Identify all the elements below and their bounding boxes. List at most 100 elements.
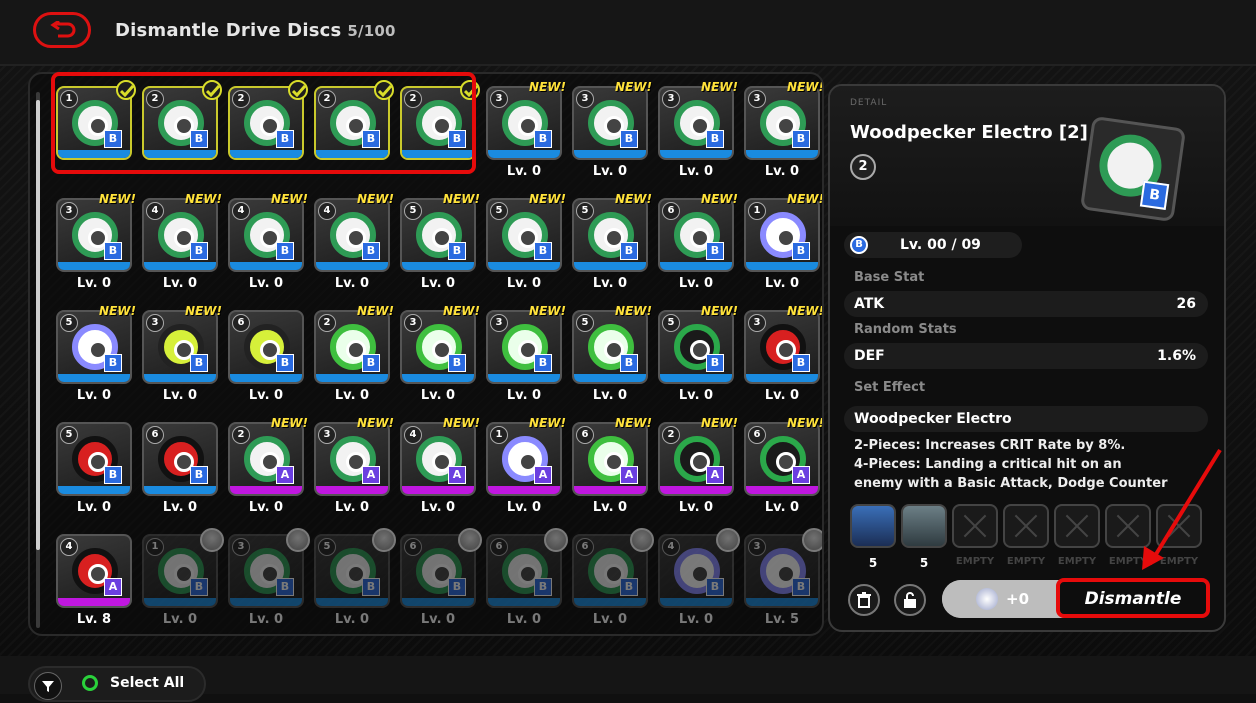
rarity-bar (746, 486, 818, 494)
new-badge: NEW! (615, 304, 652, 318)
new-badge: NEW! (701, 192, 738, 206)
filter-icon[interactable] (34, 672, 62, 700)
disc-card[interactable]: 6 B Lv. 0 (486, 528, 568, 634)
rarity-bar (402, 374, 474, 382)
disc-card-frame: 4B (314, 198, 390, 272)
scrollbar-thumb[interactable] (36, 100, 40, 550)
material-slot-filled[interactable] (850, 504, 896, 548)
disc-level: Lv. 0 (764, 164, 800, 179)
rank-badge: 3 (60, 202, 78, 220)
disc-card[interactable]: 3 B Lv. 5 (744, 528, 822, 634)
disc-card[interactable]: 1 B NEW! Lv. 0 (744, 192, 822, 298)
disc-card[interactable]: 3 B NEW! Lv. 0 (56, 192, 136, 298)
disc-card[interactable]: 4 B NEW! Lv. 0 (142, 192, 222, 298)
dismantle-button[interactable]: Dismantle (1056, 578, 1210, 618)
new-badge: NEW! (529, 304, 566, 318)
equipped-agent-avatar (544, 528, 568, 552)
disc-card[interactable]: 3 A NEW! Lv. 0 (314, 416, 394, 522)
new-badge: NEW! (615, 192, 652, 206)
disc-card-frame: 5B (658, 310, 734, 384)
disc-card[interactable]: 4 A NEW! Lv. 0 (400, 416, 480, 522)
random-stat-value: 1.6% (1157, 348, 1196, 364)
slot-letter-badge: B (276, 242, 294, 260)
new-badge: NEW! (701, 416, 738, 430)
material-slot-label: EMPTY (955, 556, 995, 567)
disc-level: Lv. 8 (76, 612, 112, 627)
new-badge: NEW! (529, 416, 566, 430)
disc-card[interactable]: 1 B Lv. 0 (142, 528, 224, 634)
disc-card[interactable]: 2 B NEW! Lv. 0 (314, 304, 394, 410)
disc-card[interactable]: 5 B NEW! Lv. 0 (572, 192, 652, 298)
disc-card[interactable]: 6 B Lv. 0 (142, 422, 218, 522)
equipped-agent-avatar (716, 528, 740, 552)
slot-letter-badge: B (448, 242, 466, 260)
disc-card[interactable]: 5 B NEW! Lv. 0 (486, 192, 566, 298)
rarity-bar (316, 486, 388, 494)
set-name-row: Woodpecker Electro (844, 406, 1208, 432)
disc-card[interactable]: 2 A NEW! Lv. 0 (228, 416, 308, 522)
disc-card[interactable]: 3 B Lv. 0 (228, 528, 310, 634)
disc-level: Lv. 0 (76, 500, 112, 515)
new-badge: NEW! (357, 416, 394, 430)
disc-card[interactable]: 5 B Lv. 0 (314, 528, 396, 634)
disc-card[interactable]: 2 A NEW! Lv. 0 (658, 416, 738, 522)
disc-card[interactable]: 6 B Lv. 0 (228, 310, 304, 410)
lock-button[interactable] (894, 584, 926, 616)
disc-card[interactable]: 5 B NEW! Lv. 0 (400, 192, 480, 298)
slot-letter-badge: B (534, 242, 552, 260)
rank-badge: 3 (748, 538, 766, 556)
rank-badge: 5 (490, 202, 508, 220)
rank-badge: 4 (662, 538, 680, 556)
rarity-bar (144, 486, 216, 494)
disc-card[interactable]: 6 B Lv. 0 (400, 528, 482, 634)
disc-card[interactable]: 5 B NEW! Lv. 0 (572, 304, 652, 410)
disc-card[interactable]: 6 B Lv. 0 (572, 528, 654, 634)
disc-card[interactable]: 3 B NEW! Lv. 0 (658, 80, 738, 186)
new-badge: NEW! (529, 192, 566, 206)
disc-card[interactable]: 3 B NEW! Lv. 0 (572, 80, 652, 186)
disc-card[interactable]: 4 B NEW! Lv. 0 (314, 192, 394, 298)
base-stat-row: ATK 26 (844, 291, 1208, 317)
material-slot-empty[interactable] (952, 504, 998, 548)
material-slot-empty[interactable] (1003, 504, 1049, 548)
material-slot-empty[interactable] (1054, 504, 1100, 548)
disc-card[interactable]: 4 A Lv. 8 (56, 534, 132, 634)
back-button[interactable] (33, 12, 91, 48)
new-badge: NEW! (99, 304, 136, 318)
disc-level: Lv. 0 (334, 276, 370, 291)
disc-card[interactable]: 5 B NEW! Lv. 0 (56, 304, 136, 410)
disc-card[interactable]: 3 B NEW! Lv. 0 (744, 304, 822, 410)
slot-letter-badge: B (104, 354, 122, 372)
disc-card[interactable]: 6 A NEW! Lv. 0 (744, 416, 822, 522)
rarity-bar (660, 486, 732, 494)
disc-card[interactable]: 3 B NEW! Lv. 0 (486, 80, 566, 186)
disc-card-frame: 6A (744, 422, 820, 496)
slot-letter-badge: B (792, 242, 810, 260)
disc-card[interactable]: 4 B NEW! Lv. 0 (228, 192, 308, 298)
disc-card[interactable]: 6 B NEW! Lv. 0 (658, 192, 738, 298)
disc-level: Lv. 0 (592, 276, 628, 291)
disc-card[interactable]: 5 B NEW! Lv. 0 (658, 304, 738, 410)
disc-card-frame: 3B (658, 86, 734, 160)
disc-card[interactable]: 3 B NEW! Lv. 0 (400, 304, 480, 410)
trash-button[interactable] (848, 584, 880, 616)
disc-card-frame: 1A (486, 422, 562, 496)
select-all-control[interactable]: Select All (28, 666, 206, 702)
disc-level: Lv. 0 (420, 276, 456, 291)
disc-card[interactable]: 4 B Lv. 0 (658, 528, 740, 634)
rarity-bar (746, 598, 818, 606)
rarity-bar (660, 374, 732, 382)
disc-card[interactable]: 1 A NEW! Lv. 0 (486, 416, 566, 522)
disc-card-frame: 4B (228, 198, 304, 272)
new-badge: NEW! (787, 192, 824, 206)
material-slot-filled[interactable] (901, 504, 947, 548)
rank-badge: 3 (662, 90, 680, 108)
disc-card[interactable]: 3 B NEW! Lv. 0 (486, 304, 566, 410)
disc-card[interactable]: 6 A NEW! Lv. 0 (572, 416, 652, 522)
disc-card-frame: 3B (572, 86, 648, 160)
rank-badge: 1 (490, 426, 508, 444)
disc-card[interactable]: 3 B NEW! Lv. 0 (142, 304, 222, 410)
disc-card[interactable]: 3 B NEW! Lv. 0 (744, 80, 822, 186)
disc-card-frame: 5B (56, 422, 132, 496)
disc-card[interactable]: 5 B Lv. 0 (56, 422, 132, 522)
